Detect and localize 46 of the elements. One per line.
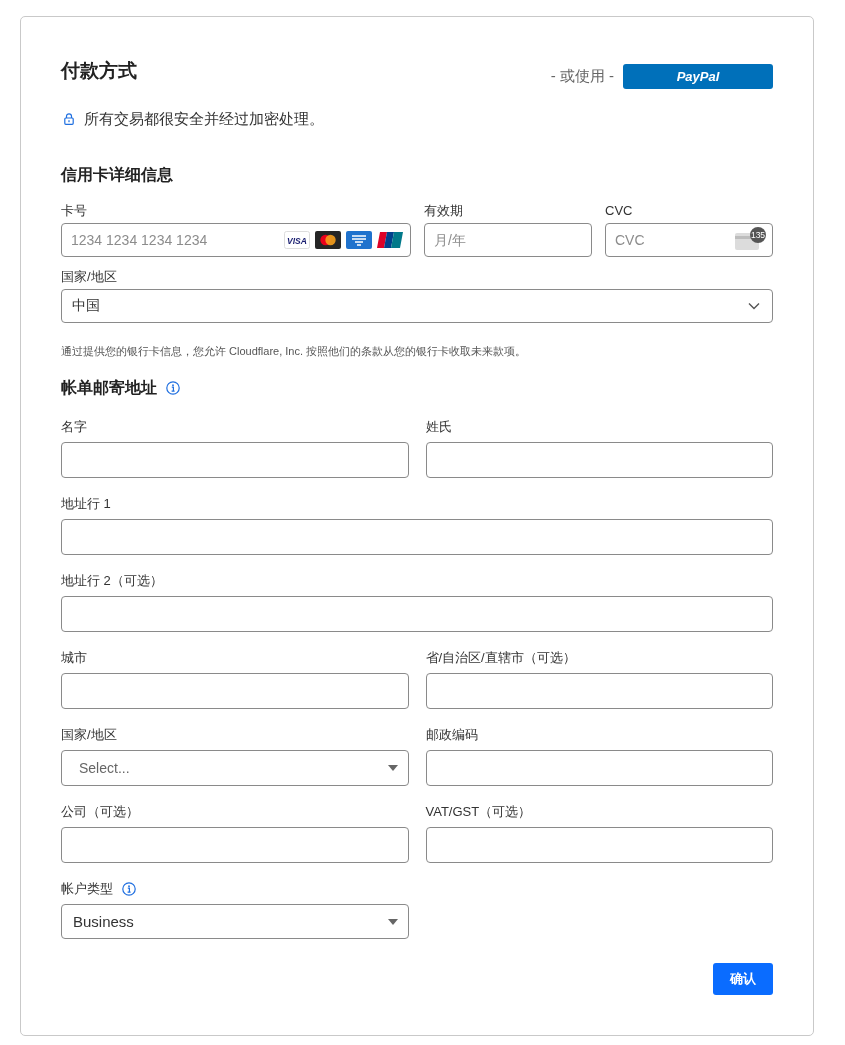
input-field[interactable] — [61, 596, 773, 632]
input-field[interactable] — [425, 442, 773, 478]
input-field[interactable] — [425, 827, 773, 863]
caret-down-icon — [387, 765, 398, 771]
input-field[interactable] — [425, 673, 773, 709]
mastercard-logo — [315, 231, 341, 249]
authorization-note: 通过提供您的银行卡信息，您允许 Cloudflare, Inc. 按照他们的条款从您的银行卡收取未来款项。 — [61, 344, 528, 359]
security-note: 所有交易都很安全并经过加密处理。 — [84, 109, 324, 129]
confirm-button[interactable]: 确认 — [713, 963, 773, 995]
field-label: 国家/地区 — [61, 726, 117, 744]
paypal-button[interactable]: PayPal — [623, 64, 773, 89]
input-field[interactable] — [61, 442, 409, 478]
input-field[interactable]: 月/年 — [424, 223, 592, 257]
chevron-down-icon — [748, 302, 760, 310]
field-label: 国家/地区 — [61, 268, 118, 286]
alternative-label: - 或使用 - — [550, 67, 614, 86]
dropdown-field[interactable]: 中国 — [61, 289, 773, 323]
lock-icon — [64, 113, 74, 125]
section-title: 帐单邮寄地址 — [61, 378, 157, 398]
input-field[interactable] — [61, 519, 773, 555]
field-label: CVC — [605, 202, 634, 220]
field-label: 地址行 2（可选） — [61, 572, 163, 590]
field-label: 卡号 — [61, 202, 88, 220]
payment-title: 付款方式 — [61, 59, 137, 83]
field-label: 公司（可选） — [61, 803, 139, 821]
field-label: 城市 — [61, 649, 87, 667]
input-field[interactable] — [61, 673, 409, 709]
field-label: 地址行 1 — [61, 495, 111, 513]
info-icon[interactable] — [166, 381, 180, 395]
field-label: 帐户类型 — [61, 880, 113, 898]
amex-logo — [346, 231, 372, 249]
field-label: 邮政编码 — [425, 726, 478, 744]
unionpay-logo — [377, 231, 403, 249]
section-title: 信用卡详细信息 — [61, 165, 174, 185]
field-label: 省/自治区/直辖市（可选） — [425, 649, 576, 667]
field-label: 姓氏 — [425, 418, 452, 436]
visa-logo: VISA — [284, 231, 310, 249]
info-icon[interactable] — [122, 882, 136, 896]
caret-down-icon — [387, 918, 398, 925]
input-field[interactable] — [425, 750, 773, 786]
dropdown-field[interactable]: Select... — [61, 750, 409, 786]
dropdown-field[interactable]: Business — [61, 904, 409, 939]
field-label: 有效期 — [424, 202, 464, 220]
field-label: 名字 — [61, 418, 87, 436]
input-field[interactable] — [61, 827, 409, 863]
field-label: VAT/GST（可选） — [425, 803, 532, 821]
